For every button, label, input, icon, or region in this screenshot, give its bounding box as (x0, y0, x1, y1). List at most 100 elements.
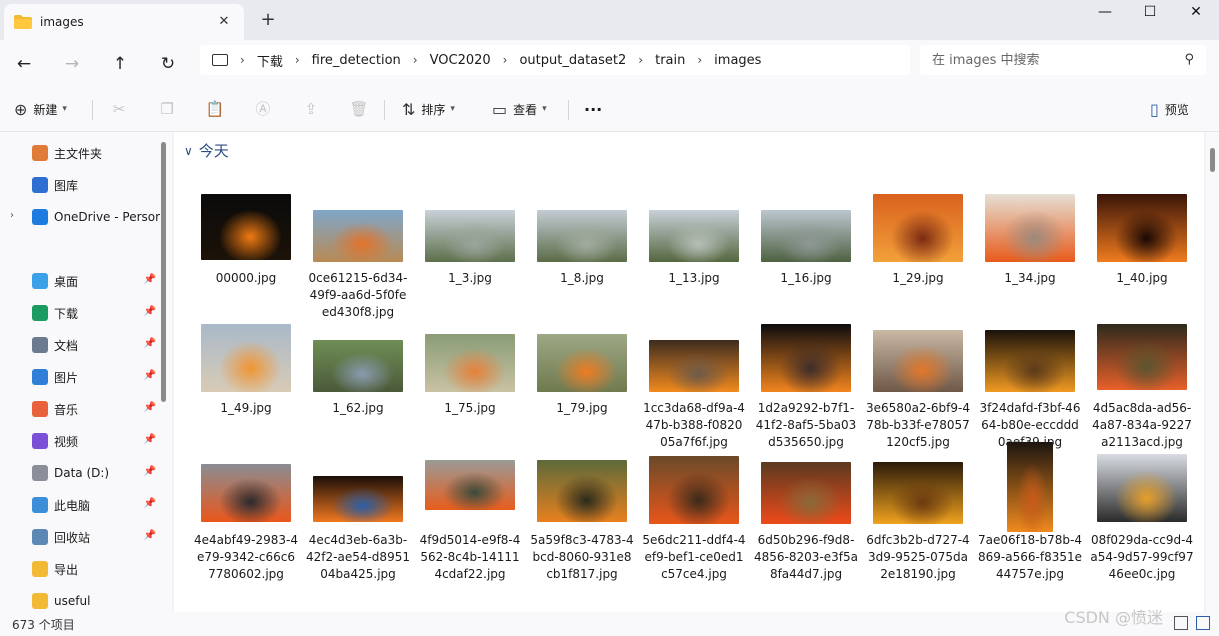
file-tile[interactable]: 1_75.jpg (418, 322, 522, 442)
search-input[interactable] (932, 51, 1172, 69)
sidebar-item[interactable]: 此电脑 📌 (0, 492, 160, 518)
search-box[interactable]: ⚲ (920, 45, 1206, 75)
image-thumbnail[interactable] (1097, 194, 1187, 262)
file-tile[interactable]: 3f24dafd-f3bf-4664-b80e-eccddd0aef39.jpg (978, 322, 1082, 449)
file-tile[interactable]: 6dfc3b2b-d727-43d9-9525-075da2e18190.jpg (866, 452, 970, 581)
sidebar-item[interactable]: 图库 (0, 172, 160, 198)
back-button[interactable]: ← (10, 50, 38, 78)
image-thumbnail[interactable] (313, 210, 403, 262)
file-tile[interactable]: 1_16.jpg (754, 192, 858, 312)
minimize-button[interactable]: — (1082, 0, 1128, 26)
sidebar-item[interactable]: 图片 📌 (0, 364, 160, 390)
sidebar-item[interactable]: 主文件夹 (0, 140, 160, 166)
delete-icon[interactable]: 🗑 (348, 98, 370, 120)
chevron-right-icon[interactable]: › (293, 53, 302, 67)
file-tile[interactable]: 0ce61215-6d34-49f9-aa6d-5f0feed430f8.jpg (306, 192, 410, 319)
breadcrumb-train[interactable]: train (645, 53, 695, 68)
more-options-button[interactable]: ··· (584, 96, 602, 122)
tab-images[interactable]: images ✕ (4, 4, 244, 40)
image-thumbnail[interactable] (873, 194, 963, 262)
file-tile[interactable]: 7ae06f18-b78b-4869-a566-f8351e44757e.jpg (978, 442, 1082, 581)
file-tile[interactable]: 1_62.jpg (306, 322, 410, 442)
chevron-right-icon[interactable]: › (695, 53, 704, 67)
file-tile[interactable]: 4e4abf49-2983-4e79-9342-c66c67780602.jpg (194, 452, 298, 581)
image-thumbnail[interactable] (201, 324, 291, 392)
close-tab-icon[interactable]: ✕ (214, 12, 234, 32)
file-tile[interactable]: 1_79.jpg (530, 322, 634, 442)
image-thumbnail[interactable] (425, 334, 515, 392)
sidebar-item[interactable]: useful (0, 588, 160, 614)
new-button[interactable]: ⊕ 新建 ▾ (14, 96, 67, 122)
image-thumbnail[interactable] (1007, 442, 1053, 532)
rename-icon[interactable]: Ⓐ (252, 98, 274, 120)
image-thumbnail[interactable] (761, 462, 851, 524)
image-thumbnail[interactable] (425, 210, 515, 262)
group-header-today[interactable]: ∨ 今天 (184, 140, 229, 161)
image-thumbnail[interactable] (873, 462, 963, 524)
scrollbar-thumb[interactable] (1210, 148, 1215, 172)
sidebar-item[interactable]: 回收站 📌 (0, 524, 160, 550)
sidebar-scrollbar[interactable] (161, 142, 166, 402)
file-tile[interactable]: 1_34.jpg (978, 192, 1082, 312)
sort-button[interactable]: ⇅ 排序 ▾ (402, 96, 455, 122)
file-tile[interactable]: 1_29.jpg (866, 192, 970, 312)
file-tile[interactable]: 3e6580a2-6bf9-478b-b33f-e78057120cf5.jpg (866, 322, 970, 449)
sidebar-item[interactable]: 桌面 📌 (0, 268, 160, 294)
image-thumbnail[interactable] (537, 210, 627, 262)
breadcrumb-downloads[interactable]: 下载 (247, 51, 293, 70)
chevron-right-icon[interactable]: › (636, 53, 645, 67)
image-thumbnail[interactable] (537, 460, 627, 522)
large-icons-view-icon[interactable] (1196, 616, 1210, 630)
file-tile[interactable]: 1_40.jpg (1090, 192, 1194, 312)
refresh-button[interactable]: ↻ (154, 50, 182, 78)
sidebar-item[interactable]: 导出 (0, 556, 160, 582)
image-thumbnail[interactable] (985, 194, 1075, 262)
file-tile[interactable]: 1_49.jpg (194, 322, 298, 442)
address-bar[interactable]: › 下载 › fire_detection › VOC2020 › output… (200, 45, 910, 75)
image-thumbnail[interactable] (425, 460, 515, 510)
expand-chevron-icon[interactable]: › (10, 210, 14, 221)
file-tile[interactable]: 00000.jpg (194, 192, 298, 312)
file-tile[interactable]: 1_8.jpg (530, 192, 634, 312)
file-tile[interactable]: 4f9d5014-e9f8-4562-8c4b-141114cdaf22.jpg (418, 452, 522, 581)
image-thumbnail[interactable] (649, 210, 739, 262)
file-tile[interactable]: 1_13.jpg (642, 192, 746, 312)
sidebar-item[interactable]: Data (D:) 📌 (0, 460, 160, 486)
file-tile[interactable]: 1_3.jpg (418, 192, 522, 312)
image-thumbnail[interactable] (313, 476, 403, 522)
breadcrumb-fire-detection[interactable]: fire_detection (302, 53, 411, 68)
sidebar-item[interactable]: 文档 📌 (0, 332, 160, 358)
forward-button[interactable]: → (58, 50, 86, 78)
file-tile[interactable]: 6d50b296-f9d8-4856-8203-e3f5a8fa44d7.jpg (754, 452, 858, 581)
file-tile[interactable]: 5e6dc211-ddf4-4ef9-bef1-ce0ed1c57ce4.jpg (642, 452, 746, 581)
new-tab-button[interactable]: + (256, 9, 280, 33)
sidebar-item[interactable]: 视频 📌 (0, 428, 160, 454)
file-tile[interactable]: 4ec4d3eb-6a3b-42f2-ae54-d895104ba425.jpg (306, 452, 410, 581)
up-button[interactable]: ↑ (106, 50, 134, 78)
window-close-button[interactable]: ✕ (1173, 0, 1219, 26)
preview-button[interactable]: ▯ 预览 (1150, 96, 1189, 122)
details-view-icon[interactable] (1174, 616, 1188, 630)
image-thumbnail[interactable] (1097, 324, 1187, 390)
image-thumbnail[interactable] (537, 334, 627, 392)
image-thumbnail[interactable] (649, 340, 739, 392)
chevron-right-icon[interactable]: › (501, 53, 510, 67)
image-thumbnail[interactable] (313, 340, 403, 392)
file-tile[interactable]: 5a59f8c3-4783-4bcd-8060-931e8cb1f817.jpg (530, 452, 634, 581)
image-thumbnail[interactable] (761, 324, 851, 392)
image-thumbnail[interactable] (1097, 454, 1187, 522)
breadcrumb-images[interactable]: images (704, 53, 771, 68)
file-tile[interactable]: 1cc3da68-df9a-447b-b388-f082005a7f6f.jpg (642, 322, 746, 449)
chevron-right-icon[interactable]: › (411, 53, 420, 67)
sidebar-item[interactable]: 下载 📌 (0, 300, 160, 326)
file-tile[interactable]: 4d5ac8da-ad56-4a87-834a-9227a2113acd.jpg (1090, 322, 1194, 449)
breadcrumb-output-dataset2[interactable]: output_dataset2 (509, 53, 636, 68)
file-tile[interactable]: 1d2a9292-b7f1-41f2-8af5-5ba03d535650.jpg (754, 322, 858, 449)
image-thumbnail[interactable] (201, 464, 291, 522)
breadcrumb-voc2020[interactable]: VOC2020 (420, 53, 501, 68)
copy-icon[interactable]: ❐ (156, 98, 178, 120)
search-icon[interactable]: ⚲ (1184, 52, 1194, 67)
cut-icon[interactable]: ✂ (108, 98, 130, 120)
sidebar-item[interactable]: 音乐 📌 (0, 396, 160, 422)
image-thumbnail[interactable] (649, 456, 739, 524)
